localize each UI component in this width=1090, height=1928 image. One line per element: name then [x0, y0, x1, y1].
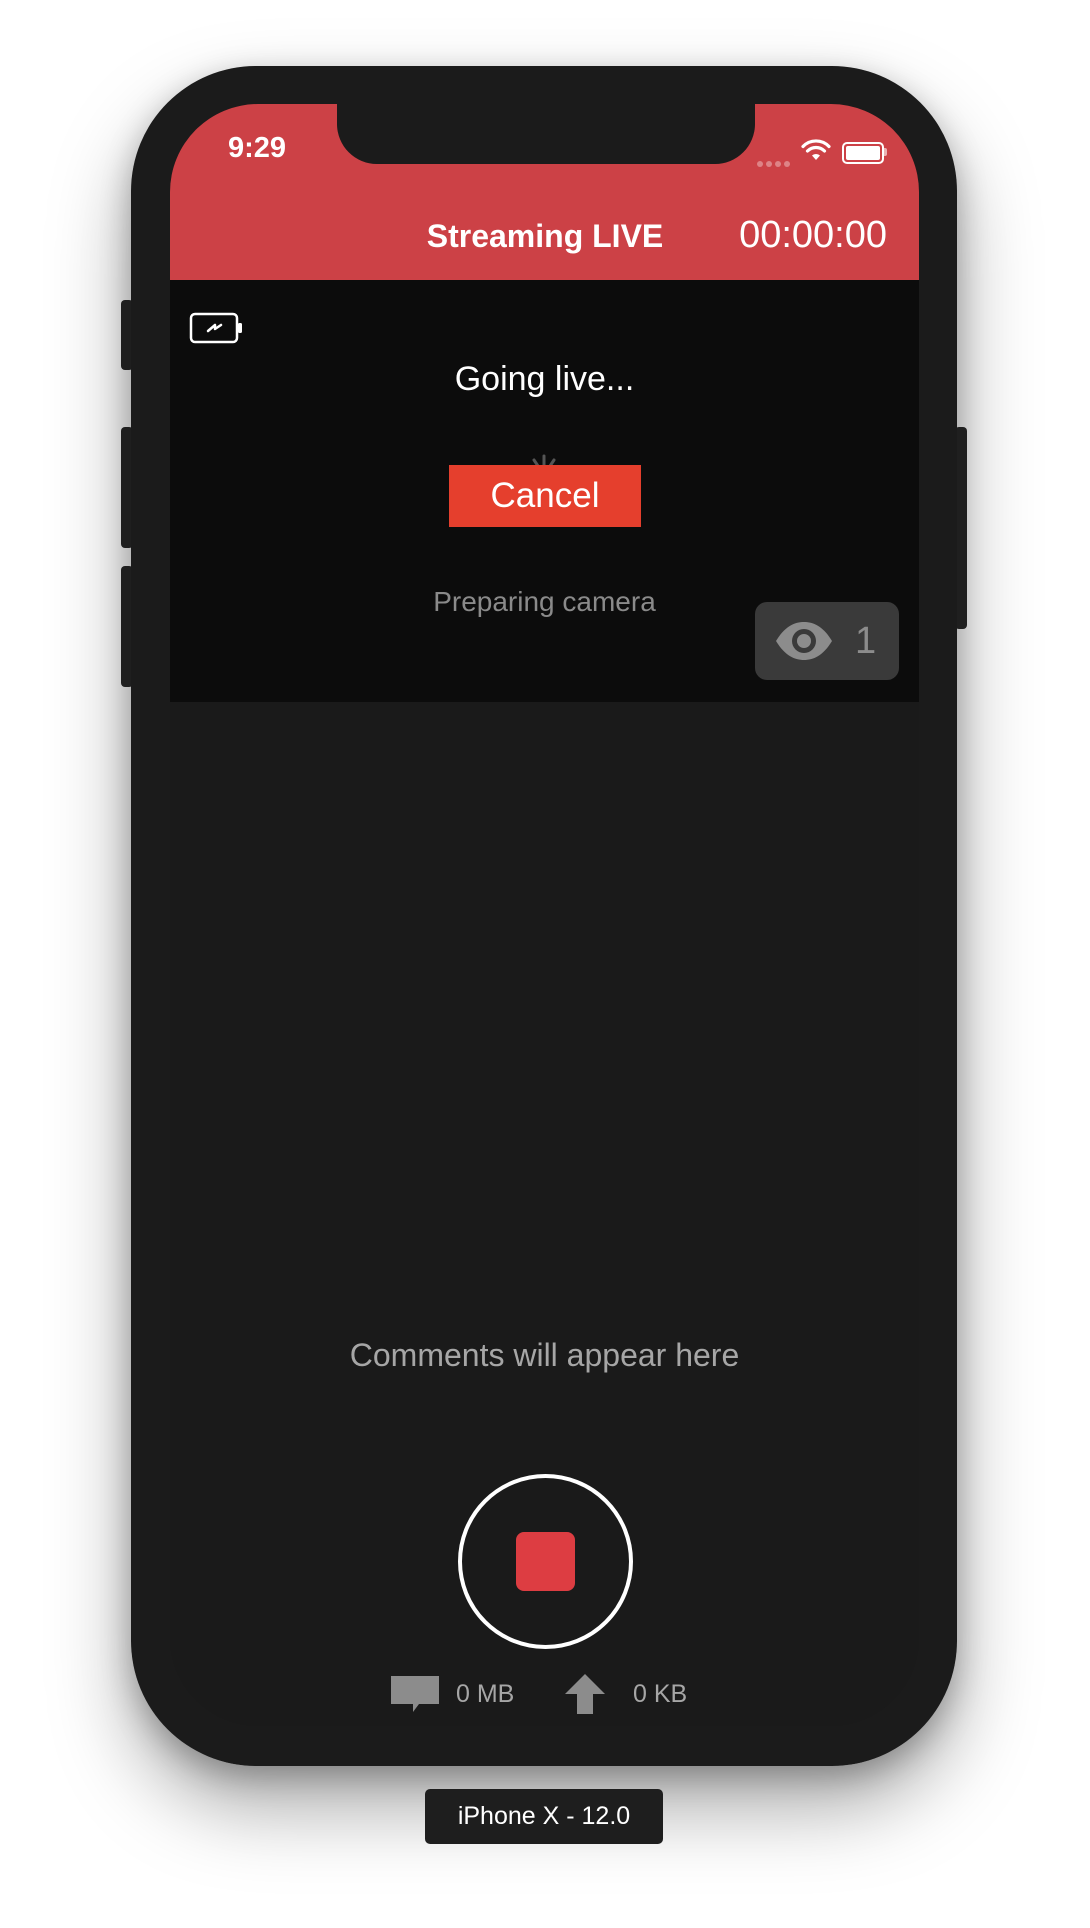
sd-card-icon: [391, 1676, 439, 1712]
notch: [337, 104, 755, 164]
going-live-status: Going live...: [454, 360, 635, 398]
camera-preview: Going live... Cancel Preparing camera 1: [170, 280, 919, 702]
storage-value: 0 MB: [456, 1680, 515, 1708]
stop-icon: [516, 1532, 575, 1591]
stream-timer: 00:00:00: [739, 214, 887, 256]
battery-icon: [842, 142, 884, 164]
upload-arrow-icon: [565, 1674, 605, 1714]
comments-placeholder: Comments will appear here: [349, 1337, 740, 1373]
viewer-count-badge: 1: [755, 602, 899, 680]
stream-stats: 0 MB 0 KB: [170, 1674, 919, 1724]
battery-tip: [884, 148, 887, 156]
viewer-count: 1: [855, 620, 877, 662]
device-screen: 9:29 Streaming LIVE 00:00:00 Going live.…: [170, 104, 919, 1726]
signal-icon: [757, 154, 793, 172]
upload-value: 0 KB: [633, 1680, 688, 1708]
battery-charging-icon: [189, 312, 242, 344]
eye-icon: [776, 622, 832, 660]
stop-stream-button[interactable]: [458, 1474, 633, 1649]
device-label: iPhone X - 12.0: [425, 1789, 663, 1844]
device-frame: 9:29 Streaming LIVE 00:00:00 Going live.…: [131, 66, 957, 1766]
cancel-button[interactable]: Cancel: [449, 465, 641, 527]
wifi-icon: [801, 139, 831, 160]
nav-title: Streaming LIVE: [426, 218, 664, 254]
status-time: 9:29: [228, 132, 287, 164]
status-bar: 9:29 Streaming LIVE 00:00:00: [170, 104, 919, 280]
